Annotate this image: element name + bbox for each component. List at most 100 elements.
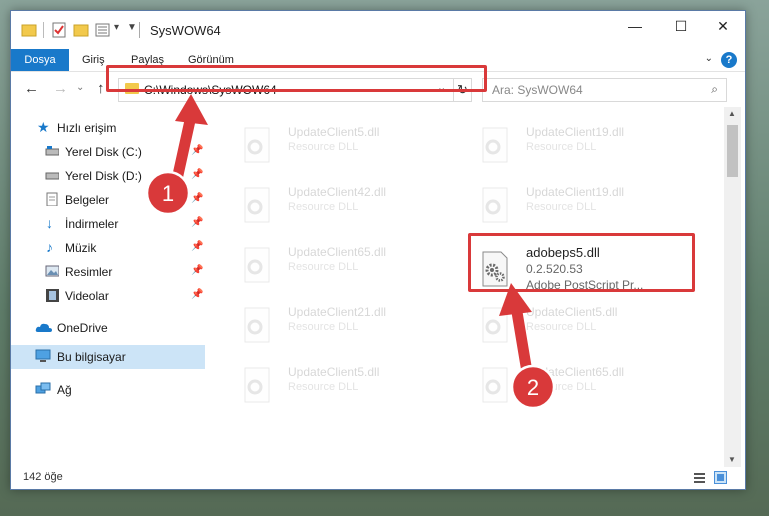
pin-icon[interactable]: 📌 [191, 193, 203, 204]
file-highlight [468, 233, 695, 292]
file-type: Resource DLL [526, 201, 597, 213]
divider [139, 22, 140, 38]
file-item[interactable]: UpdateClient19.dll Resource DLL [467, 179, 692, 231]
search-icon[interactable]: ⌕ [711, 82, 718, 97]
file-item[interactable]: UpdateClient65.dll Resource DLL [467, 359, 692, 411]
download-icon: ↓ [46, 215, 53, 231]
file-item[interactable]: UpdateClient5.dll Resource DLL [229, 359, 454, 411]
sidebar-item-quick-access[interactable]: ★ Hızlı erişim [11, 117, 205, 139]
file-item[interactable]: UpdateClient19.dll Resource DLL [467, 119, 692, 171]
dll-file-icon [244, 187, 270, 223]
close-button[interactable]: ✕ [700, 11, 746, 41]
large-icons-view-icon[interactable] [714, 471, 727, 484]
file-item[interactable]: UpdateClient21.dll Resource DLL [229, 299, 454, 351]
pin-icon[interactable]: 📌 [191, 145, 203, 156]
vertical-scrollbar[interactable]: ▲ ▼ [724, 107, 741, 467]
sidebar-item-network[interactable]: Ağ [11, 379, 205, 401]
pin-icon[interactable]: 📌 [191, 241, 203, 252]
file-type: Resource DLL [526, 321, 597, 333]
sidebar-item-downloads[interactable]: ↓ İndirmeler 📌 [11, 213, 205, 235]
up-button[interactable]: ↑ [97, 80, 105, 97]
sidebar-item-label: Ağ [57, 383, 72, 397]
file-type: Resource DLL [288, 201, 359, 213]
chevron-down-icon[interactable]: ⌄ [705, 53, 713, 64]
forward-button[interactable]: → [53, 80, 68, 97]
pin-icon[interactable]: 📌 [191, 217, 203, 228]
sidebar-item-local-disk-c[interactable]: Yerel Disk (C:) 📌 [11, 141, 205, 163]
drive-icon [45, 146, 59, 156]
minimize-icon: — [628, 18, 642, 34]
details-view-icon[interactable] [694, 472, 705, 483]
navigation-pane: ★ Hızlı erişim Yerel Disk (C:) 📌 Yerel D… [11, 107, 205, 463]
scrollbar-thumb[interactable] [727, 125, 738, 177]
file-name: UpdateClient5.dll [288, 365, 380, 379]
maximize-icon: ☐ [674, 17, 688, 34]
file-type: Resource DLL [288, 141, 359, 153]
dll-file-icon [244, 367, 270, 403]
sidebar-item-label: OneDrive [57, 321, 108, 335]
sidebar-item-pictures[interactable]: Resimler 📌 [11, 261, 205, 283]
maximize-button[interactable]: ☐ [658, 11, 704, 41]
file-type: Resource DLL [288, 321, 359, 333]
status-bar: 142 öğe [11, 467, 745, 489]
video-icon [46, 289, 59, 302]
dll-file-icon [482, 187, 508, 223]
sidebar-item-label: Videolar [65, 289, 109, 303]
help-icon[interactable]: ? [721, 52, 737, 68]
scroll-down-icon[interactable]: ▼ [728, 455, 736, 464]
file-type: Resource DLL [526, 141, 597, 153]
sidebar-item-label: Müzik [65, 241, 97, 255]
sidebar-item-this-pc[interactable]: Bu bilgisayar [11, 345, 205, 369]
folder-icon [21, 24, 37, 37]
customize-toolbar-icon[interactable] [95, 22, 111, 38]
file-item[interactable]: UpdateClient5.dll Resource DLL [467, 299, 692, 351]
file-item[interactable]: UpdateClient5.dll Resource DLL [229, 119, 454, 171]
file-item[interactable]: UpdateClient65.dll Resource DLL [229, 239, 454, 291]
title-bar: ▾ ▼ SysWOW64 — ☐ ✕ [11, 11, 745, 49]
dll-file-icon [482, 127, 508, 163]
file-type: Resource DLL [288, 261, 359, 273]
sidebar-item-label: Bu bilgisayar [57, 350, 126, 364]
sidebar-item-local-disk-d[interactable]: Yerel Disk (D:) 📌 [11, 165, 205, 187]
back-button[interactable]: ← [24, 80, 39, 97]
recent-locations-icon[interactable]: ⌄ [76, 82, 84, 93]
dll-file-icon [244, 127, 270, 163]
file-name: UpdateClient5.dll [526, 305, 618, 319]
pin-icon[interactable]: 📌 [191, 289, 203, 300]
documents-icon [46, 192, 58, 206]
scroll-up-icon[interactable]: ▲ [728, 109, 736, 118]
file-name: UpdateClient65.dll [288, 245, 387, 259]
pictures-icon [45, 265, 59, 277]
file-name: UpdateClient19.dll [526, 125, 625, 139]
file-type: Resource DLL [526, 381, 597, 393]
close-icon: ✕ [717, 17, 729, 34]
file-name: UpdateClient42.dll [288, 185, 387, 199]
sidebar-item-documents[interactable]: Belgeler 📌 [11, 189, 205, 211]
item-count: 142 öğe [23, 471, 63, 483]
sidebar-item-videos[interactable]: Videolar 📌 [11, 285, 205, 307]
tab-file[interactable]: Dosya [11, 49, 69, 71]
sidebar-item-label: Yerel Disk (C:) [65, 145, 142, 159]
pin-icon[interactable]: 📌 [191, 169, 203, 180]
star-icon: ★ [37, 119, 50, 135]
network-icon [35, 382, 51, 394]
sidebar-item-label: İndirmeler [65, 217, 119, 231]
sidebar-item-label: Yerel Disk (D:) [65, 169, 142, 183]
chevron-down-icon[interactable]: ▾ [114, 22, 119, 33]
file-item[interactable]: UpdateClient42.dll Resource DLL [229, 179, 454, 231]
file-name: UpdateClient19.dll [526, 185, 625, 199]
file-name: UpdateClient65.dll [526, 365, 625, 379]
properties-icon[interactable] [51, 22, 67, 38]
new-folder-icon[interactable] [73, 22, 89, 38]
pin-icon[interactable]: 📌 [191, 265, 203, 276]
sidebar-item-label: Hızlı erişim [57, 121, 117, 135]
dll-file-icon [482, 367, 508, 403]
sidebar-item-onedrive[interactable]: OneDrive [11, 317, 205, 339]
dll-file-icon [482, 307, 508, 343]
search-input[interactable]: Ara: SysWOW64 ⌕ [482, 78, 727, 102]
sidebar-item-music[interactable]: ♪ Müzik 📌 [11, 237, 205, 259]
dll-file-icon [244, 247, 270, 283]
minimize-button[interactable]: — [612, 11, 658, 41]
dropdown-icon[interactable]: ▼ [127, 22, 137, 33]
tab-home[interactable]: Giriş [82, 49, 105, 71]
